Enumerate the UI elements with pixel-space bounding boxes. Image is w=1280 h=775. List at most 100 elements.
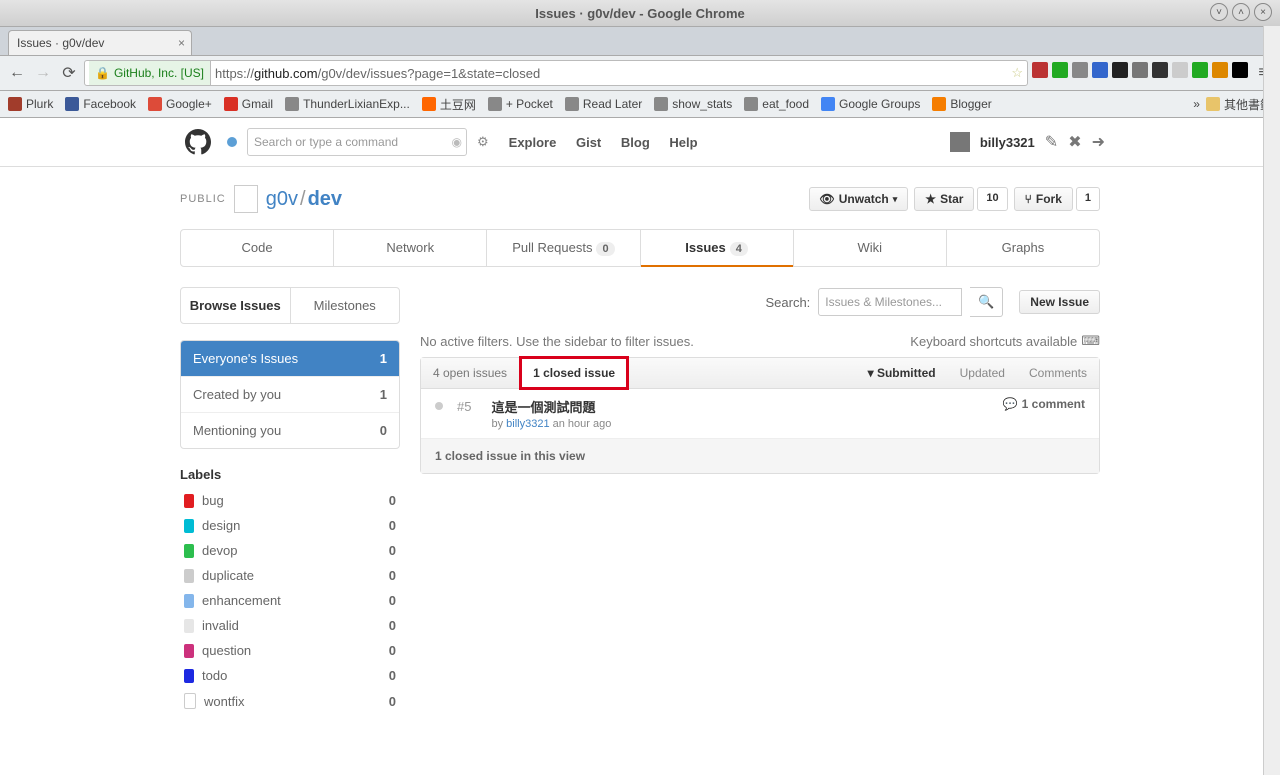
nav-blog[interactable]: Blog	[621, 135, 650, 150]
create-icon[interactable]: ✎	[1045, 132, 1058, 152]
subnav-browse[interactable]: Browse Issues	[181, 288, 291, 323]
bookmark-item[interactable]: Plurk	[8, 97, 53, 111]
label-duplicate[interactable]: duplicate0	[180, 563, 400, 588]
reload-button[interactable]: ⟳	[58, 62, 80, 84]
label-wontfix[interactable]: wontfix0	[180, 688, 400, 714]
bookmark-icon	[65, 97, 79, 111]
repo-visibility: PUBLIC	[180, 193, 226, 205]
star-icon[interactable]: ☆	[1011, 65, 1023, 81]
tab-graphs[interactable]: Graphs	[946, 230, 1099, 266]
tab-wiki[interactable]: Wiki	[793, 230, 946, 266]
ext-icon[interactable]	[1212, 62, 1228, 78]
nav-gist[interactable]: Gist	[576, 135, 601, 150]
bookmark-item[interactable]: 土豆网	[422, 96, 476, 113]
sort-updated[interactable]: Updated	[948, 358, 1017, 388]
label-devop[interactable]: devop0	[180, 538, 400, 563]
address-bar[interactable]: 🔒 GitHub, Inc. [US] https://github.com/g…	[84, 60, 1028, 86]
ext-icon[interactable]	[1232, 62, 1248, 78]
ext-icon[interactable]	[1152, 62, 1168, 78]
gear-icon[interactable]: ⚙	[477, 134, 489, 150]
issue-row[interactable]: #5 這是一個測試問題 by billy3321 an hour ago 💬1 …	[421, 389, 1099, 439]
state-open[interactable]: 4 open issues	[421, 358, 520, 388]
browser-tabstrip: Issues · g0v/dev ×	[0, 27, 1280, 56]
new-issue-button[interactable]: New Issue	[1019, 290, 1100, 314]
settings-icon[interactable]: ✖	[1068, 132, 1081, 152]
bookmark-item[interactable]: Blogger	[932, 97, 991, 111]
label-todo[interactable]: todo0	[180, 663, 400, 688]
tab-close-icon[interactable]: ×	[178, 36, 185, 50]
back-button[interactable]: ←	[6, 62, 28, 84]
ext-icon[interactable]	[1032, 62, 1048, 78]
repo-icon	[234, 185, 258, 213]
sort-submitted[interactable]: ▾ Submitted	[856, 358, 948, 388]
bookmark-item[interactable]: eat_food	[744, 97, 809, 111]
notifications-indicator-icon[interactable]	[227, 137, 237, 147]
fork-count[interactable]: 1	[1076, 187, 1100, 211]
bookmark-item[interactable]: Google Groups	[821, 97, 920, 111]
bookmark-item[interactable]: show_stats	[654, 97, 732, 111]
star-button[interactable]: ★Star	[914, 187, 974, 211]
signout-icon[interactable]: ➜	[1092, 132, 1105, 152]
unwatch-button[interactable]: 👁Unwatch▾	[809, 187, 909, 211]
bookmark-item[interactable]: Google+	[148, 97, 212, 111]
star-count[interactable]: 10	[977, 187, 1007, 211]
label-invalid[interactable]: invalid0	[180, 613, 400, 638]
tab-pull-requests[interactable]: Pull Requests0	[486, 230, 639, 266]
label-question[interactable]: question0	[180, 638, 400, 663]
label-design[interactable]: design0	[180, 513, 400, 538]
forward-button[interactable]: →	[32, 62, 54, 84]
search-button[interactable]: 🔍	[970, 287, 1003, 317]
keyboard-shortcuts-link[interactable]: Keyboard shortcuts available⌨	[910, 333, 1100, 349]
maximize-icon[interactable]: ˄	[1232, 3, 1250, 21]
repo-owner-link[interactable]: g0v	[266, 188, 298, 210]
issues-search-input[interactable]: Issues & Milestones...	[818, 288, 962, 316]
github-logo-icon[interactable]	[185, 129, 211, 155]
username[interactable]: billy3321	[980, 135, 1035, 150]
repo-name-link[interactable]: dev	[308, 188, 342, 210]
avatar[interactable]	[950, 132, 970, 152]
ext-icon[interactable]	[1172, 62, 1188, 78]
issue-number: #5	[457, 399, 471, 414]
bookmark-item[interactable]: + Pocket	[488, 97, 553, 111]
bookmarks-overflow[interactable]: »	[1193, 97, 1200, 111]
sort-comments[interactable]: Comments	[1017, 358, 1099, 388]
issue-title[interactable]: 這是一個測試問題	[491, 397, 611, 416]
ext-icon[interactable]	[1092, 62, 1108, 78]
nav-help[interactable]: Help	[669, 135, 697, 150]
filter-everyones[interactable]: Everyone's Issues1	[181, 341, 399, 376]
bookmarks-bar: Plurk Facebook Google+ Gmail ThunderLixi…	[0, 91, 1280, 118]
bookmark-item[interactable]: ThunderLixianExp...	[285, 97, 410, 111]
url-text: https://github.com/g0v/dev/issues?page=1…	[211, 66, 540, 81]
tab-network[interactable]: Network	[333, 230, 486, 266]
issue-author-link[interactable]: billy3321	[506, 418, 549, 430]
state-closed[interactable]: 1 closed issue	[520, 357, 628, 389]
tab-code[interactable]: Code	[181, 230, 333, 266]
label-enhancement[interactable]: enhancement0	[180, 588, 400, 613]
command-icon: ◉	[452, 135, 462, 149]
labels-header: Labels	[180, 467, 400, 482]
browser-tab[interactable]: Issues · g0v/dev ×	[8, 30, 192, 55]
ext-icon[interactable]	[1112, 62, 1128, 78]
fork-button[interactable]: ⑂Fork	[1014, 187, 1073, 211]
ext-icon[interactable]	[1192, 62, 1208, 78]
command-search-input[interactable]: Search or type a command ◉	[247, 128, 467, 156]
ext-icon[interactable]	[1132, 62, 1148, 78]
ext-icon[interactable]	[1052, 62, 1068, 78]
label-bug[interactable]: bug0	[180, 488, 400, 513]
close-icon[interactable]: ×	[1254, 3, 1272, 21]
bookmark-item[interactable]: Facebook	[65, 97, 136, 111]
bookmark-icon	[821, 97, 835, 111]
lock-icon: 🔒	[95, 66, 110, 80]
nav-explore[interactable]: Explore	[509, 135, 557, 150]
filter-created-by-you[interactable]: Created by you1	[181, 376, 399, 412]
issue-comments[interactable]: 💬1 comment	[1003, 397, 1085, 411]
minimize-icon[interactable]: ˅	[1210, 3, 1228, 21]
ext-icon[interactable]	[1072, 62, 1088, 78]
scrollbar[interactable]	[1263, 26, 1280, 775]
tab-issues[interactable]: Issues4	[640, 230, 793, 266]
bookmark-item[interactable]: Gmail	[224, 97, 273, 111]
filter-mentioning-you[interactable]: Mentioning you0	[181, 412, 399, 448]
search-icon: 🔍	[978, 294, 994, 310]
subnav-milestones[interactable]: Milestones	[291, 288, 400, 323]
bookmark-item[interactable]: Read Later	[565, 97, 642, 111]
